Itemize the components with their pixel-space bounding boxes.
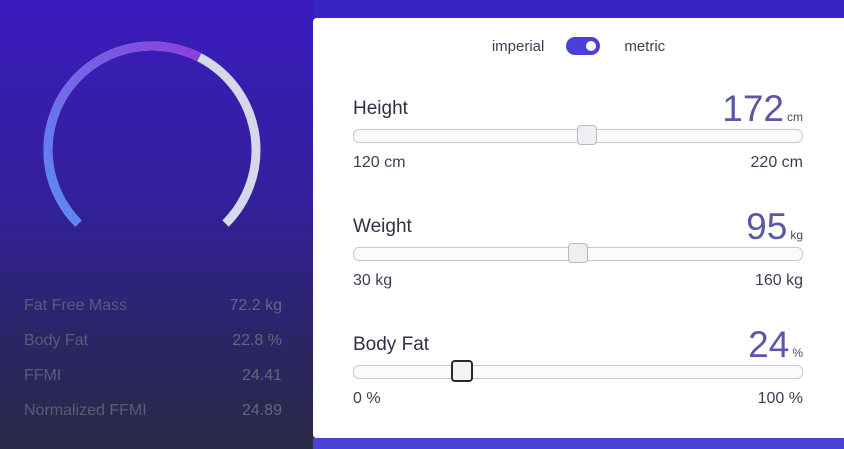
height-title: Height [353, 98, 408, 119]
weight-number: 95 [746, 206, 788, 247]
body-fat-min-label: 0 % [353, 390, 381, 407]
weight-max-label: 160 kg [754, 272, 803, 289]
body-fat-max-label: 100 % [757, 390, 803, 407]
weight-slider-thumb[interactable] [568, 243, 588, 263]
stat-value: 72.2 kg [229, 296, 282, 314]
results-panel: Fat Free Mass 72.2 kg Body Fat 22.8 % FF… [0, 0, 313, 449]
stat-label: Body Fat [24, 331, 89, 349]
height-max-label: 220 cm [750, 154, 803, 171]
weight-unit: kg [790, 228, 803, 242]
height-number: 172 [722, 88, 784, 129]
height-slider-thumb[interactable] [576, 125, 597, 145]
unit-switch: imperial metric [313, 37, 844, 55]
gauge-fill [43, 41, 202, 227]
body-fat-number: 24 [748, 324, 790, 365]
weight-min-label: 30 kg [353, 272, 393, 289]
imperial-label[interactable]: imperial [492, 38, 545, 55]
body-fat-value: 24 % [748, 326, 803, 363]
stat-value: 24.89 [241, 401, 282, 419]
stat-label: Normalized FFMI [24, 401, 147, 419]
metric-label[interactable]: metric [624, 38, 665, 55]
body-fat-unit: % [792, 346, 803, 360]
stats-list: Fat Free Mass 72.2 kg Body Fat 22.8 % FF… [24, 288, 282, 428]
height-slider[interactable] [353, 125, 803, 145]
height-unit: cm [787, 110, 803, 124]
stat-normalized-ffmi: Normalized FFMI 24.89 [24, 393, 282, 428]
stat-ffmi: FFMI 24.41 [24, 358, 282, 393]
weight-slider[interactable] [353, 243, 803, 263]
body-fat-title: Body Fat [353, 334, 430, 355]
height-min-label: 120 cm [353, 154, 406, 171]
input-panel: imperial metric Height 172 cm 120 cm 220… [313, 18, 844, 438]
unit-toggle[interactable] [566, 37, 601, 55]
stat-label: Fat Free Mass [24, 296, 128, 314]
body-fat-slider-thumb[interactable] [450, 360, 473, 382]
weight-title: Weight [353, 216, 412, 237]
stat-value: 24.41 [241, 366, 282, 384]
toggle-knob [586, 41, 597, 51]
ffmi-gauge [43, 41, 261, 227]
height-value: 172 cm [722, 90, 803, 127]
weight-value: 95 kg [746, 208, 803, 245]
stat-value: 22.8 % [232, 331, 282, 349]
stat-fat-free-mass: Fat Free Mass 72.2 kg [24, 288, 282, 323]
stat-label: FFMI [24, 366, 62, 384]
body-fat-slider[interactable] [353, 360, 803, 382]
stat-body-fat: Body Fat 22.8 % [24, 323, 282, 358]
